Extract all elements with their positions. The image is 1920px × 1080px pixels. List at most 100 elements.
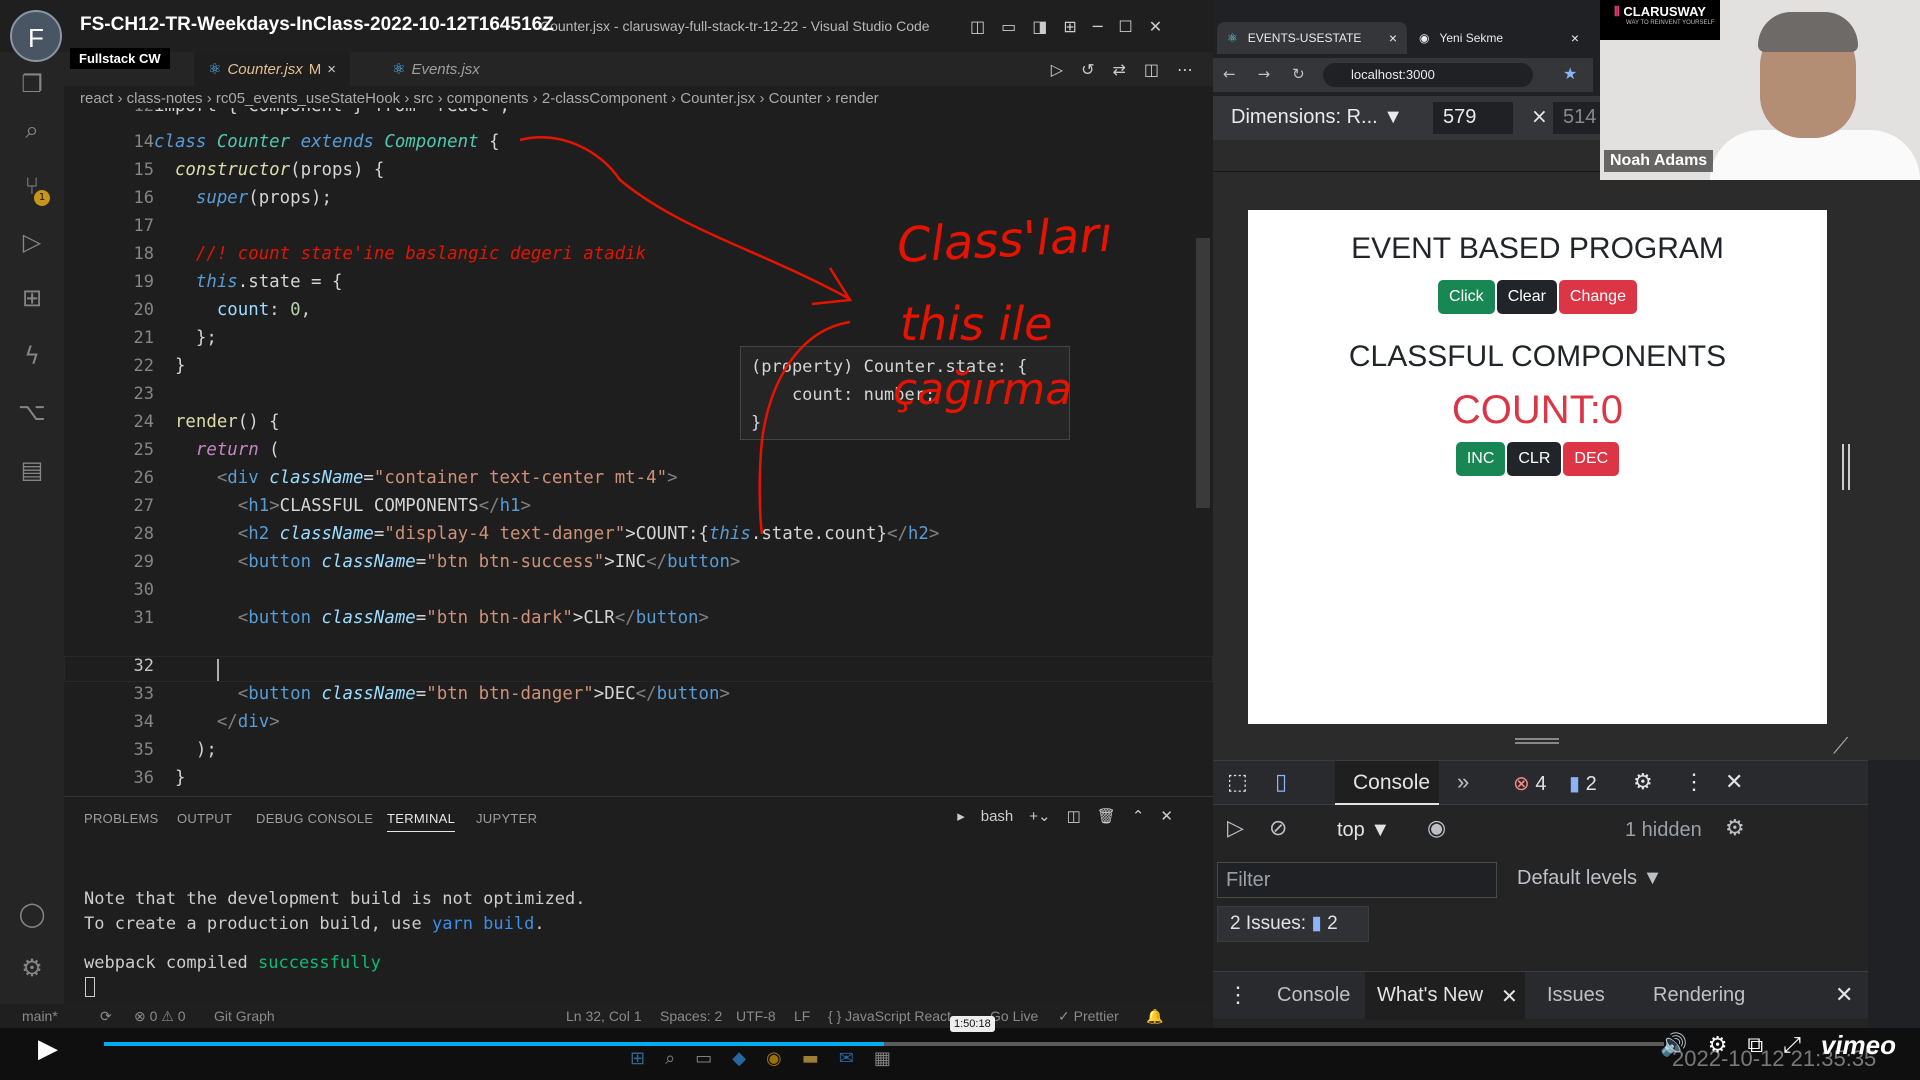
split-terminal-icon[interactable]: ◫ — [1067, 807, 1081, 825]
dec-button[interactable]: DEC — [1563, 442, 1620, 476]
vimeo-logo[interactable]: vimeo — [1821, 1030, 1896, 1061]
change-button[interactable]: Change — [1558, 280, 1637, 314]
width-input[interactable]: 579 — [1433, 102, 1513, 134]
cursor-position[interactable]: Ln 32, Col 1 — [566, 1008, 642, 1024]
run-debug-icon[interactable]: ▷ — [18, 228, 46, 256]
drawer-tab-whats-new[interactable]: What's New ✕ — [1365, 972, 1525, 1020]
error-count[interactable]: ⊗ 4 — [1513, 771, 1546, 796]
message-count[interactable]: ▮ 2 — [1569, 771, 1597, 796]
go-live[interactable]: Go Live — [990, 1008, 1038, 1024]
branch-status[interactable]: main* — [22, 1008, 58, 1024]
problems-status[interactable]: ⊗ 0 ⚠ 0 — [134, 1008, 186, 1025]
close-icon[interactable]: ✕ — [1149, 17, 1162, 36]
picture-in-picture-icon[interactable]: ⧉ — [1748, 1033, 1764, 1058]
close-drawer-icon[interactable]: ✕ — [1835, 982, 1853, 1008]
tab-jupyter[interactable]: JUPYTER — [476, 811, 537, 826]
customize-layout-icon[interactable]: ⊞ — [1063, 17, 1076, 36]
context-selector[interactable]: top ▼ — [1337, 819, 1390, 842]
click-button[interactable]: Click — [1438, 280, 1495, 314]
browser-tab-new[interactable]: ◉ Yeni Sekme × — [1409, 22, 1589, 54]
device-mode-icon[interactable]: ▯ — [1275, 769, 1287, 795]
kebab-menu-icon[interactable]: ⋮ — [1683, 769, 1705, 795]
drawer-menu-icon[interactable]: ⋮ — [1227, 982, 1249, 1008]
tab-problems[interactable]: PROBLEMS — [84, 811, 159, 826]
run-icon[interactable]: ▷ — [1051, 60, 1063, 79]
reload-icon[interactable]: ↻ — [1292, 65, 1305, 83]
maximize-panel-icon[interactable]: ⌃ — [1132, 807, 1145, 825]
resize-corner-icon[interactable]: ⟋ — [1833, 734, 1848, 759]
tab-close-icon[interactable]: × — [1389, 30, 1397, 46]
clear-button[interactable]: Clear — [1496, 280, 1557, 314]
sync-icon[interactable]: ⟳ — [100, 1008, 112, 1025]
dimensions-dropdown[interactable]: Dimensions: R... ▼ — [1231, 106, 1403, 129]
issues-button[interactable]: 2 Issues: ▮ 2 — [1217, 906, 1369, 942]
search-icon[interactable]: ⌕ — [18, 116, 46, 144]
log-levels-dropdown[interactable]: Default levels ▼ — [1517, 867, 1662, 890]
tab-terminal[interactable]: TERMINAL — [387, 811, 456, 832]
explorer-icon[interactable]: ❐ — [18, 70, 46, 98]
line-ending[interactable]: LF — [794, 1008, 810, 1024]
prettier-status[interactable]: ✓ Prettier — [1058, 1008, 1119, 1025]
close-panel-icon[interactable]: ✕ — [1160, 807, 1173, 825]
inc-button[interactable]: INC — [1455, 442, 1506, 476]
panel-icon[interactable]: ▭ — [1001, 17, 1016, 36]
tab-close-icon[interactable]: × — [1571, 30, 1579, 46]
drawer-tab-rendering[interactable]: Rendering — [1653, 984, 1745, 1007]
console-settings-icon[interactable]: ⚙ — [1725, 815, 1745, 841]
git-graph-status[interactable]: Git Graph — [214, 1008, 275, 1024]
trash-icon[interactable]: 🗑 — [1097, 807, 1116, 825]
lightning-icon[interactable]: ϟ — [18, 342, 46, 370]
fullscreen-icon[interactable]: ⤢ — [1783, 1033, 1801, 1058]
volume-icon[interactable]: 🔊 — [1660, 1033, 1687, 1058]
settings-gear-icon[interactable]: ⚙ — [1708, 1033, 1728, 1058]
new-terminal-icon[interactable]: +⌄ — [1029, 807, 1050, 825]
clear-console-icon[interactable]: ⊘ — [1269, 815, 1287, 841]
console-filter-input[interactable]: Filter — [1217, 862, 1497, 898]
shell-name[interactable]: bash — [981, 808, 1014, 825]
compare-icon[interactable]: ⇄ — [1112, 60, 1125, 79]
maximize-icon[interactable]: ☐ — [1118, 17, 1132, 36]
settings-gear-icon[interactable]: ⚙ — [1633, 769, 1653, 795]
breadcrumb[interactable]: react › class-notes › rc05_events_useSta… — [80, 90, 879, 107]
settings-gear-icon[interactable]: ⚙ — [18, 954, 46, 982]
minimize-icon[interactable]: ─ — [1093, 17, 1103, 36]
encoding[interactable]: UTF-8 — [736, 1008, 776, 1024]
account-icon[interactable]: ◯ — [18, 900, 46, 928]
play-icon[interactable]: ▶ — [38, 1034, 58, 1064]
back-icon[interactable]: ← — [1223, 65, 1236, 83]
tab-close-icon[interactable]: ✕ — [1501, 984, 1518, 1009]
tab-events-jsx[interactable]: ⚛ Events.jsx — [378, 52, 494, 86]
split-editor-icon[interactable]: ◫ — [1144, 60, 1159, 79]
drawer-tab-issues[interactable]: Issues — [1547, 984, 1605, 1007]
bookmark-icon[interactable]: ▤ — [18, 456, 46, 484]
resize-side-handle[interactable] — [1842, 444, 1850, 490]
bookmark-star-icon[interactable]: ★ — [1563, 64, 1577, 83]
browser-tab-events[interactable]: ⚛ EVENTS-USESTATE × — [1217, 22, 1407, 54]
inspect-icon[interactable]: ⬚ — [1227, 769, 1248, 795]
indentation[interactable]: Spaces: 2 — [660, 1008, 722, 1024]
layout-icon[interactable]: ◫ — [970, 17, 985, 36]
live-expression-eye-icon[interactable]: ◉ — [1427, 815, 1446, 841]
tab-close-icon[interactable]: × — [327, 61, 336, 78]
close-devtools-icon[interactable]: ✕ — [1725, 769, 1743, 795]
devtools-tab-console[interactable]: Console — [1335, 761, 1439, 805]
tab-counter-jsx[interactable]: ⚛ Counter.jsx M × — [194, 52, 351, 86]
resize-bottom-handle[interactable] — [1515, 738, 1559, 744]
tab-debug-console[interactable]: DEBUG CONSOLE — [256, 811, 373, 826]
timeline-icon[interactable]: ↺ — [1081, 60, 1094, 79]
url-input[interactable]: localhost:3000 — [1323, 63, 1533, 87]
sidebar-toggle-icon[interactable]: ▷ — [1227, 815, 1244, 841]
drawer-tab-console[interactable]: Console — [1277, 984, 1350, 1007]
notifications-icon[interactable]: 🔔 — [1146, 1008, 1163, 1025]
language-mode[interactable]: { } JavaScript React — [828, 1008, 951, 1024]
split-icon[interactable]: ◨ — [1032, 17, 1047, 36]
forward-icon[interactable]: → — [1258, 65, 1271, 83]
clr-button[interactable]: CLR — [1507, 442, 1562, 476]
code-editor[interactable]: 12 import { Component } from 'react'; 14… — [64, 108, 1213, 796]
tab-output[interactable]: OUTPUT — [177, 811, 232, 826]
more-tabs-icon[interactable]: » — [1457, 769, 1469, 795]
more-actions-icon[interactable]: ⋯ — [1177, 60, 1193, 79]
editor-scrollbar[interactable] — [1196, 238, 1210, 508]
extensions-icon[interactable]: ⊞ — [18, 284, 46, 312]
git-graph-icon[interactable]: ⌥ — [18, 398, 46, 426]
